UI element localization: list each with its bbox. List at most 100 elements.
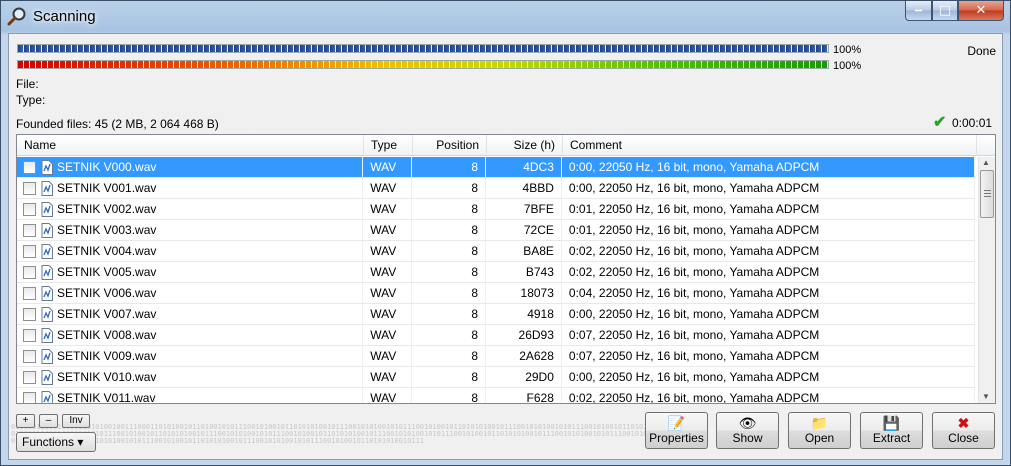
position-cell: 8	[412, 241, 487, 261]
size-cell: F628	[486, 388, 562, 403]
name-cell: SETNIK V006.wav	[17, 283, 364, 303]
column-header-position[interactable]: Position	[413, 135, 487, 156]
audio-file-icon	[41, 159, 53, 175]
comment-cell: 0:00, 22050 Hz, 16 bit, mono, Yamaha ADP…	[562, 178, 975, 198]
invert-selection-button[interactable]: Inv	[62, 414, 90, 428]
table-row[interactable]: SETNIK V003.wav WAV 8 72CE 0:01, 22050 Hz, 1…	[17, 220, 975, 241]
type-cell: WAV	[363, 178, 413, 198]
row-checkbox[interactable]	[23, 202, 36, 216]
eye-icon: 👁	[738, 415, 757, 431]
table-row[interactable]: SETNIK V010.wav WAV 8 29D0 0:00, 22050 Hz, 1…	[17, 367, 975, 388]
open-label: Open	[804, 431, 835, 445]
table-row[interactable]: SETNIK V001.wav WAV 8 4BBD 0:00, 22050 Hz, 1…	[17, 178, 975, 199]
row-checkbox[interactable]	[23, 265, 36, 279]
file-name: SETNIK V003.wav	[57, 223, 157, 237]
file-name: SETNIK V008.wav	[57, 328, 157, 342]
position-cell: 8	[412, 262, 487, 282]
row-checkbox[interactable]	[23, 391, 36, 403]
table-row[interactable]: SETNIK V009.wav WAV 8 2A628 0:07, 22050 Hz, …	[17, 346, 975, 367]
list-header: Name Type Position Size (h) Comment	[17, 135, 995, 156]
column-header-comment[interactable]: Comment	[563, 135, 977, 156]
folder-icon: 📁	[810, 415, 829, 431]
row-checkbox[interactable]	[23, 349, 36, 363]
table-row[interactable]: SETNIK V007.wav WAV 8 4918 0:00, 22050 Hz, 1…	[17, 304, 975, 325]
file-name: SETNIK V005.wav	[57, 265, 157, 279]
overall-progress-bar	[17, 44, 829, 53]
row-checkbox[interactable]	[23, 244, 36, 258]
close-window-button[interactable]: ✕	[958, 1, 1004, 21]
row-checkbox[interactable]	[23, 181, 36, 195]
row-checkbox[interactable]	[23, 286, 36, 300]
file-progress-percent: 100%	[833, 60, 862, 72]
type-cell: WAV	[363, 220, 413, 240]
show-button[interactable]: 👁 Show	[716, 412, 779, 449]
close-x-icon: ✖	[957, 415, 970, 431]
audio-file-icon	[41, 180, 53, 196]
row-checkbox[interactable]	[23, 160, 36, 174]
vertical-scrollbar[interactable]: ▲ ▼	[978, 157, 995, 403]
checkmark-icon: ✔	[933, 114, 947, 131]
table-row[interactable]: SETNIK V008.wav WAV 8 26D93 0:07, 22050 Hz, …	[17, 325, 975, 346]
position-cell: 8	[412, 346, 487, 366]
position-cell: 8	[412, 367, 487, 387]
audio-file-icon	[41, 285, 53, 301]
select-all-button[interactable]: +	[16, 414, 35, 428]
table-row[interactable]: SETNIK V000.wav WAV 8 4DC3 0:00, 22050 Hz, 1…	[17, 157, 975, 178]
magnifier-icon	[7, 7, 26, 26]
file-name: SETNIK V007.wav	[57, 307, 157, 321]
comment-cell: 0:02, 22050 Hz, 16 bit, mono, Yamaha ADP…	[562, 241, 975, 261]
column-header-name[interactable]: Name	[17, 135, 364, 156]
name-cell: SETNIK V005.wav	[17, 262, 364, 282]
audio-file-icon	[41, 222, 53, 238]
position-cell: 8	[412, 199, 487, 219]
row-checkbox[interactable]	[23, 328, 36, 342]
size-cell: 4918	[486, 304, 562, 324]
maximize-button[interactable]: □	[932, 1, 958, 21]
minimize-button[interactable]: ⎯	[905, 1, 932, 21]
type-cell: WAV	[363, 388, 413, 403]
row-checkbox[interactable]	[23, 307, 36, 321]
save-icon: 💾	[882, 415, 901, 431]
type-cell: WAV	[363, 283, 413, 303]
extract-label: Extract	[872, 431, 911, 445]
file-name: SETNIK V009.wav	[57, 349, 157, 363]
name-cell: SETNIK V004.wav	[17, 241, 364, 261]
audio-file-icon	[41, 306, 53, 322]
table-row[interactable]: SETNIK V006.wav WAV 8 18073 0:04, 22050 Hz, …	[17, 283, 975, 304]
row-checkbox[interactable]	[23, 370, 36, 384]
position-cell: 8	[412, 304, 487, 324]
deselect-all-button[interactable]: –	[39, 414, 58, 428]
title-bar[interactable]: Scanning ⎯ □ ✕	[1, 1, 1010, 33]
name-cell: SETNIK V001.wav	[17, 178, 364, 198]
column-header-size[interactable]: Size (h)	[487, 135, 563, 156]
scanning-window: Scanning ⎯ □ ✕ 100% 100% Done File: Type…	[0, 0, 1011, 466]
file-progress-bar	[17, 60, 829, 69]
size-cell: 4BBD	[486, 178, 562, 198]
type-cell: WAV	[363, 241, 413, 261]
column-header-type[interactable]: Type	[364, 135, 413, 156]
minimize-icon: ⎯	[915, 3, 922, 18]
type-label: Type:	[16, 93, 46, 107]
extract-button[interactable]: 💾 Extract	[860, 412, 923, 449]
type-cell: WAV	[363, 367, 413, 387]
table-row[interactable]: SETNIK V002.wav WAV 8 7BFE 0:01, 22050 Hz, 1…	[17, 199, 975, 220]
table-row[interactable]: SETNIK V011.wav WAV 8 F628 0:02, 22050 Hz, 1…	[17, 388, 975, 403]
file-name: SETNIK V004.wav	[57, 244, 157, 258]
properties-button[interactable]: 📝 Properties	[645, 412, 708, 449]
scroll-down-icon[interactable]: ▼	[982, 392, 990, 401]
close-button[interactable]: ✖ Close	[932, 412, 995, 449]
position-cell: 8	[412, 388, 487, 403]
functions-dropdown-button[interactable]: Functions ▾	[16, 432, 96, 452]
type-cell: WAV	[363, 199, 413, 219]
row-checkbox[interactable]	[23, 223, 36, 237]
type-cell: WAV	[363, 325, 413, 345]
maximize-icon: □	[938, 3, 952, 18]
table-row[interactable]: SETNIK V004.wav WAV 8 BA8E 0:02, 22050 Hz, 1…	[17, 241, 975, 262]
table-row[interactable]: SETNIK V005.wav WAV 8 B743 0:02, 22050 Hz, 1…	[17, 262, 975, 283]
position-cell: 8	[412, 178, 487, 198]
open-button[interactable]: 📁 Open	[788, 412, 851, 449]
scroll-thumb[interactable]	[980, 170, 994, 218]
scroll-up-icon[interactable]: ▲	[982, 158, 990, 167]
comment-cell: 0:01, 22050 Hz, 16 bit, mono, Yamaha ADP…	[562, 220, 975, 240]
name-cell: SETNIK V010.wav	[17, 367, 364, 387]
